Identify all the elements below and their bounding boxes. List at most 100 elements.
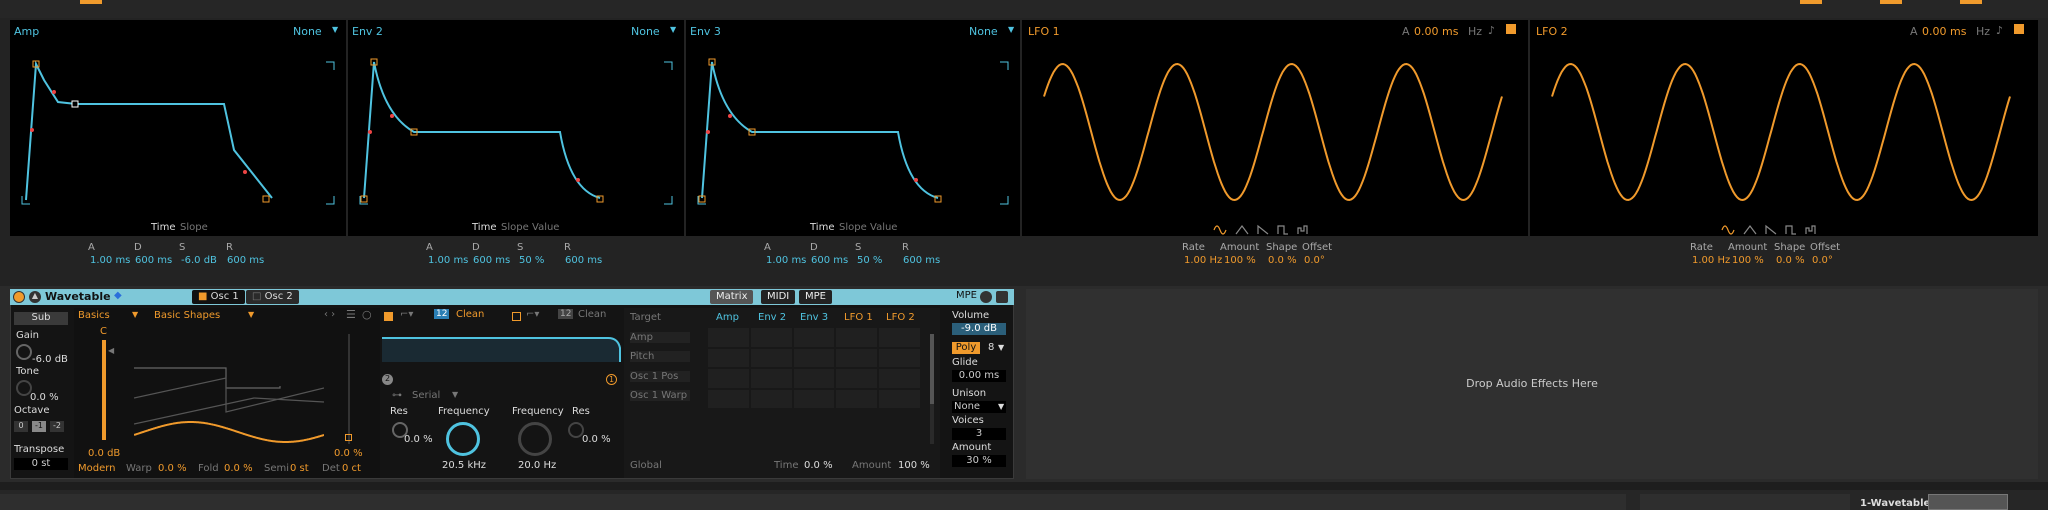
- matrix-scroll-thumb[interactable]: [930, 334, 934, 404]
- bottom-track-name[interactable]: 1-Wavetable: [1860, 498, 1930, 509]
- matrix-cell[interactable]: [793, 348, 835, 367]
- matrix-time-value[interactable]: 0.0 %: [804, 460, 833, 471]
- device-name[interactable]: Wavetable: [45, 290, 111, 303]
- filter1-slope[interactable]: 12: [434, 309, 450, 319]
- circle-icon[interactable]: ○: [362, 308, 372, 321]
- position-handle[interactable]: [345, 434, 352, 441]
- env3-curve[interactable]: [686, 20, 1020, 236]
- matrix-cell[interactable]: [708, 348, 749, 367]
- filter2-slope[interactable]: 12: [558, 309, 574, 319]
- lfo1-waveform[interactable]: [1022, 20, 1528, 236]
- glide-value[interactable]: 0.00 ms: [952, 370, 1006, 382]
- env3-tab-time[interactable]: Time: [810, 222, 834, 233]
- env2-tab-slope[interactable]: Slope: [501, 222, 529, 233]
- amp-sustain[interactable]: -6.0 dB: [181, 255, 217, 266]
- filter2-freq-value[interactable]: 20.0 Hz: [518, 460, 556, 471]
- osc-level-slider[interactable]: [102, 340, 106, 440]
- osc-mode-select[interactable]: Modern: [78, 463, 116, 474]
- filter2-type[interactable]: Clean: [578, 309, 606, 320]
- lfo1-amount[interactable]: 100 %: [1224, 255, 1256, 266]
- env2-tab-value[interactable]: Value: [532, 222, 559, 233]
- filter1-res-value[interactable]: 0.0 %: [404, 434, 433, 445]
- lfo2-shape[interactable]: 0.0 %: [1776, 255, 1805, 266]
- wavetable-position-slider[interactable]: [348, 334, 350, 444]
- audio-effects-dropzone[interactable]: Drop Audio Effects Here: [1026, 289, 2038, 479]
- lfo1-rate[interactable]: 1.00 Hz: [1184, 255, 1222, 266]
- device-power-icon[interactable]: [13, 291, 25, 303]
- matrix-cell[interactable]: [750, 348, 792, 367]
- lfo2-waveform[interactable]: [1530, 20, 2038, 236]
- matrix-cell[interactable]: [708, 389, 749, 408]
- osc-note[interactable]: C: [100, 326, 107, 337]
- filter-response[interactable]: [382, 328, 622, 364]
- env3-sustain[interactable]: 50 %: [857, 255, 882, 266]
- matrix-row-osc1-warp[interactable]: Osc 1 Warp: [630, 390, 690, 401]
- lfo2-amount[interactable]: 100 %: [1732, 255, 1764, 266]
- lfo1-shape[interactable]: 0.0 %: [1268, 255, 1297, 266]
- env3-release[interactable]: 600 ms: [903, 255, 940, 266]
- chevron-down-icon[interactable]: ▼: [248, 310, 254, 319]
- env3-display[interactable]: Env 3 None ▼: [686, 20, 1020, 236]
- filter1-type[interactable]: Clean: [456, 309, 484, 320]
- lfo1-display[interactable]: LFO 1 A 0.00 ms Hz ♪: [1022, 20, 1528, 236]
- amp-decay[interactable]: 600 ms: [135, 255, 172, 266]
- osc-category-select[interactable]: Basics: [78, 310, 110, 321]
- env2-sustain[interactable]: 50 %: [519, 255, 544, 266]
- env2-release[interactable]: 600 ms: [565, 255, 602, 266]
- env2-display[interactable]: Env 2 None ▼: [348, 20, 684, 236]
- filter1-shape-icon[interactable]: ⌐▾: [400, 309, 413, 320]
- chevron-down-icon[interactable]: ▼: [998, 402, 1004, 411]
- env2-decay[interactable]: 600 ms: [473, 255, 510, 266]
- lfo2-shape-icons[interactable]: [1720, 224, 1840, 236]
- fold-value[interactable]: 0.0 %: [224, 463, 253, 474]
- tab-midi[interactable]: MIDI: [761, 290, 796, 304]
- matrix-cell[interactable]: [750, 369, 792, 388]
- matrix-amount-value[interactable]: 100 %: [898, 460, 930, 471]
- octave-0-button[interactable]: 0: [14, 421, 28, 432]
- amp-tab-slope[interactable]: Slope: [180, 222, 208, 233]
- filter1-toggle[interactable]: [384, 312, 393, 321]
- matrix-cell[interactable]: [793, 389, 835, 408]
- transpose-value[interactable]: 0 st: [14, 458, 68, 470]
- env3-decay[interactable]: 600 ms: [811, 255, 848, 266]
- filter1-freq-knob[interactable]: [446, 422, 480, 456]
- matrix-cell[interactable]: [836, 328, 878, 347]
- save-preset-icon[interactable]: [996, 291, 1008, 303]
- octave-minus1-button[interactable]: -1: [32, 421, 46, 432]
- filter2-shape-icon[interactable]: ⌐▾: [526, 309, 539, 320]
- matrix-cell[interactable]: [879, 328, 920, 347]
- env3-tab-slope[interactable]: Slope: [839, 222, 867, 233]
- matrix-cell[interactable]: [879, 389, 920, 408]
- sub-toggle[interactable]: Sub: [14, 312, 68, 325]
- matrix-cell[interactable]: [836, 389, 878, 408]
- matrix-scrollbar[interactable]: [930, 334, 934, 444]
- osc2-toggle-icon[interactable]: □: [252, 291, 261, 302]
- poly-toggle[interactable]: Poly: [952, 342, 980, 354]
- amp-envelope-display[interactable]: Amp None ▼: [10, 20, 346, 236]
- tab-osc2[interactable]: □ Osc 2: [246, 290, 299, 304]
- env2-curve[interactable]: [348, 20, 684, 236]
- env2-tab-time[interactable]: Time: [472, 222, 496, 233]
- matrix-cell[interactable]: [750, 328, 792, 347]
- routing-select[interactable]: Serial: [412, 390, 440, 401]
- matrix-row-pitch[interactable]: Pitch: [630, 351, 690, 362]
- osc1-toggle-icon[interactable]: ■: [198, 291, 207, 302]
- matrix-cell[interactable]: [836, 348, 878, 367]
- matrix-cell[interactable]: [879, 348, 920, 367]
- lfo2-offset[interactable]: 0.0°: [1812, 255, 1833, 266]
- lfo1-shape-icons[interactable]: [1212, 224, 1332, 236]
- voices-value[interactable]: 3: [952, 428, 1006, 440]
- tab-matrix[interactable]: Matrix: [710, 290, 754, 304]
- prev-next-icon[interactable]: ‹ ›: [324, 309, 335, 320]
- matrix-cell[interactable]: [836, 369, 878, 388]
- chevron-down-icon[interactable]: ▼: [452, 390, 458, 399]
- tab-mpe[interactable]: MPE: [799, 290, 832, 304]
- matrix-cell[interactable]: [793, 369, 835, 388]
- poly-voices[interactable]: 8: [988, 342, 994, 353]
- octave-minus2-button[interactable]: -2: [50, 421, 64, 432]
- matrix-cell[interactable]: [708, 369, 749, 388]
- filter2-marker[interactable]: 2: [382, 374, 393, 385]
- sub-gain-knob[interactable]: [16, 344, 32, 360]
- matrix-cell[interactable]: [750, 389, 792, 408]
- warp-value[interactable]: 0.0 %: [158, 463, 187, 474]
